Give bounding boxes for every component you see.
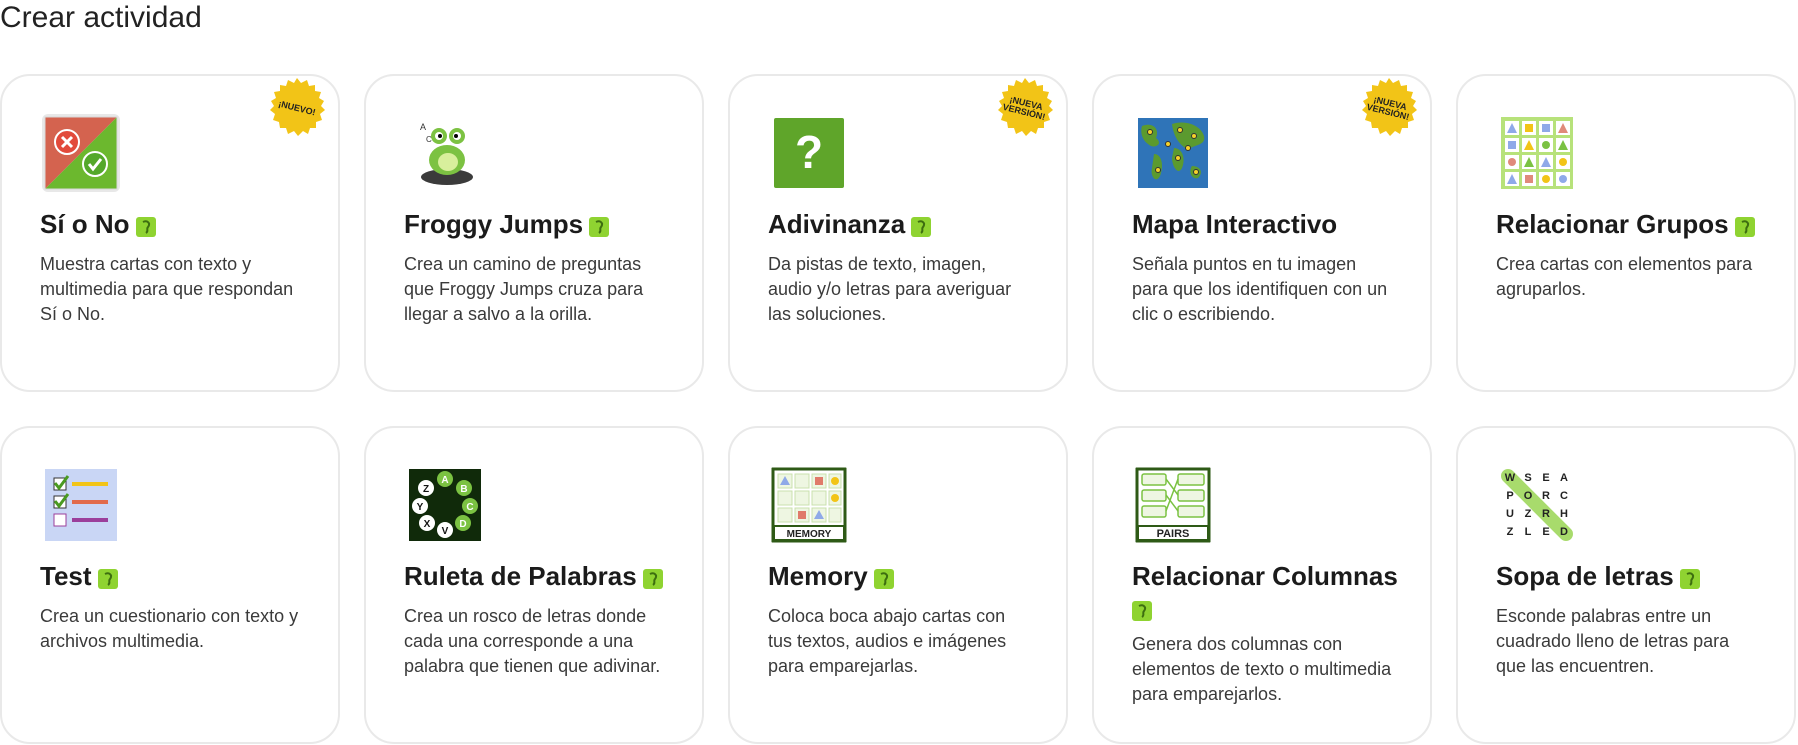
activity-card-adivinanza[interactable]: ¡NUEVA VERSIÓN! ? Adivinanza Da pistas d…: [728, 74, 1068, 392]
card-description: Señala puntos en tu imagen para que los …: [1132, 254, 1388, 324]
card-description: Esconde palabras entre un cuadrado lleno…: [1496, 606, 1730, 676]
card-description: Muestra cartas con texto y multimedia pa…: [40, 254, 294, 324]
grid-letter: C: [1560, 490, 1568, 502]
grid-letter: R: [1542, 490, 1550, 502]
grid-letter: E: [1542, 526, 1549, 538]
card-title: Relacionar Grupos: [1496, 209, 1729, 239]
grid-letter: O: [1524, 490, 1533, 502]
thumb-label: MEMORY: [787, 529, 832, 540]
activity-card-mapa-interactivo[interactable]: ¡NUEVA VERSIÓN! Mapa Interactivo Señala …: [1092, 74, 1432, 392]
grid-letter: Z: [1525, 508, 1532, 520]
card-description: Da pistas de texto, imagen, audio y/o le…: [768, 254, 1012, 324]
thumb-label: PAIRS: [1157, 528, 1190, 540]
si-o-no-icon: [42, 114, 120, 192]
grid-letter: S: [1524, 472, 1531, 484]
grid-letter: W: [1505, 472, 1516, 484]
premium-icon: [1734, 216, 1755, 237]
card-description: Genera dos columnas con elementos de tex…: [1132, 634, 1392, 704]
card-title: Ruleta de Palabras: [404, 561, 637, 591]
grid-letter: D: [1560, 526, 1568, 538]
premium-icon: [1132, 600, 1152, 621]
wheel-letter: X: [424, 519, 431, 530]
premium-icon: [97, 568, 118, 589]
wheel-letter: Y: [417, 502, 424, 513]
wheel-letter: A: [441, 475, 448, 486]
activity-card-si-o-no[interactable]: ¡NUEVO! Sí o No Muestra cartas con texto…: [0, 74, 340, 392]
svg-text:C: C: [426, 135, 432, 144]
page-title: Crear actividad: [0, 1, 202, 34]
new-badge: ¡NUEVO!: [266, 77, 328, 139]
wheel-letter: C: [466, 502, 473, 513]
shape-grid-icon: [1498, 114, 1576, 192]
activity-card-froggy-jumps[interactable]: A C Froggy Jumps Crea un camino de pregu…: [364, 74, 704, 392]
card-title: Sopa de letras: [1496, 561, 1674, 591]
new-version-badge: ¡NUEVA VERSIÓN!: [1358, 77, 1420, 139]
premium-icon: [1679, 568, 1700, 589]
grid-letter: H: [1560, 508, 1568, 520]
activity-card-sopa-de-letras[interactable]: WSEA PORC UZRH ZLED Sopa de letras Escon…: [1456, 426, 1796, 744]
card-title: Relacionar Columnas: [1132, 561, 1398, 591]
frog-icon: A C: [406, 114, 484, 192]
grid-letter: Z: [1507, 526, 1514, 538]
word-search-icon: WSEA PORC UZRH ZLED: [1498, 466, 1576, 544]
world-map-icon: [1134, 114, 1212, 192]
letter-wheel-icon: A B C D V X Y Z: [406, 466, 484, 544]
card-title: Test: [40, 561, 92, 591]
grid-letter: L: [1525, 526, 1532, 538]
premium-icon: [873, 568, 894, 589]
card-title: Froggy Jumps: [404, 209, 584, 239]
new-version-badge: ¡NUEVA VERSIÓN!: [994, 77, 1056, 139]
card-description: Crea un rosco de letras donde cada una c…: [404, 606, 661, 676]
card-title: Adivinanza: [768, 209, 906, 239]
card-description: Crea un cuestionario con texto y archivo…: [40, 606, 299, 651]
wheel-letter: V: [442, 526, 449, 537]
wheel-letter: D: [459, 519, 466, 530]
svg-text:A: A: [420, 122, 426, 132]
card-title: Memory: [768, 561, 868, 591]
premium-icon: [589, 216, 610, 237]
activity-card-memory[interactable]: MEMORY Memory Coloca boca abajo cartas c…: [728, 426, 1068, 744]
premium-icon: [135, 216, 156, 237]
premium-icon: [642, 568, 663, 589]
activity-card-ruleta-de-palabras[interactable]: A B C D V X Y Z Ruleta de Palabras Crea …: [364, 426, 704, 744]
card-description: Crea un camino de preguntas que Froggy J…: [404, 254, 644, 324]
wheel-letter: Z: [423, 484, 429, 495]
checklist-icon: [42, 466, 120, 544]
grid-letter: R: [1542, 508, 1550, 520]
activity-card-relacionar-grupos[interactable]: Relacionar Grupos Crea cartas con elemen…: [1456, 74, 1796, 392]
activity-card-test[interactable]: Test Crea un cuestionario con texto y ar…: [0, 426, 340, 744]
card-title: Sí o No: [40, 209, 130, 239]
premium-icon: [911, 216, 932, 237]
pairs-columns-icon: PAIRS: [1134, 466, 1212, 544]
question-mark-icon: ?: [770, 114, 848, 192]
grid-letter: U: [1506, 508, 1514, 520]
grid-letter: P: [1506, 490, 1513, 502]
card-title: Mapa Interactivo: [1132, 209, 1338, 239]
grid-letter: A: [1560, 472, 1568, 484]
wheel-letter: B: [460, 484, 467, 495]
grid-letter: E: [1542, 472, 1549, 484]
card-description: Coloca boca abajo cartas con tus textos,…: [768, 606, 1007, 676]
activity-card-relacionar-columnas[interactable]: PAIRS Relacionar Columnas Genera dos col…: [1092, 426, 1432, 744]
card-description: Crea cartas con elementos para agruparlo…: [1496, 254, 1753, 299]
memory-cards-icon: MEMORY: [770, 466, 848, 544]
svg-text:?: ?: [795, 126, 823, 178]
